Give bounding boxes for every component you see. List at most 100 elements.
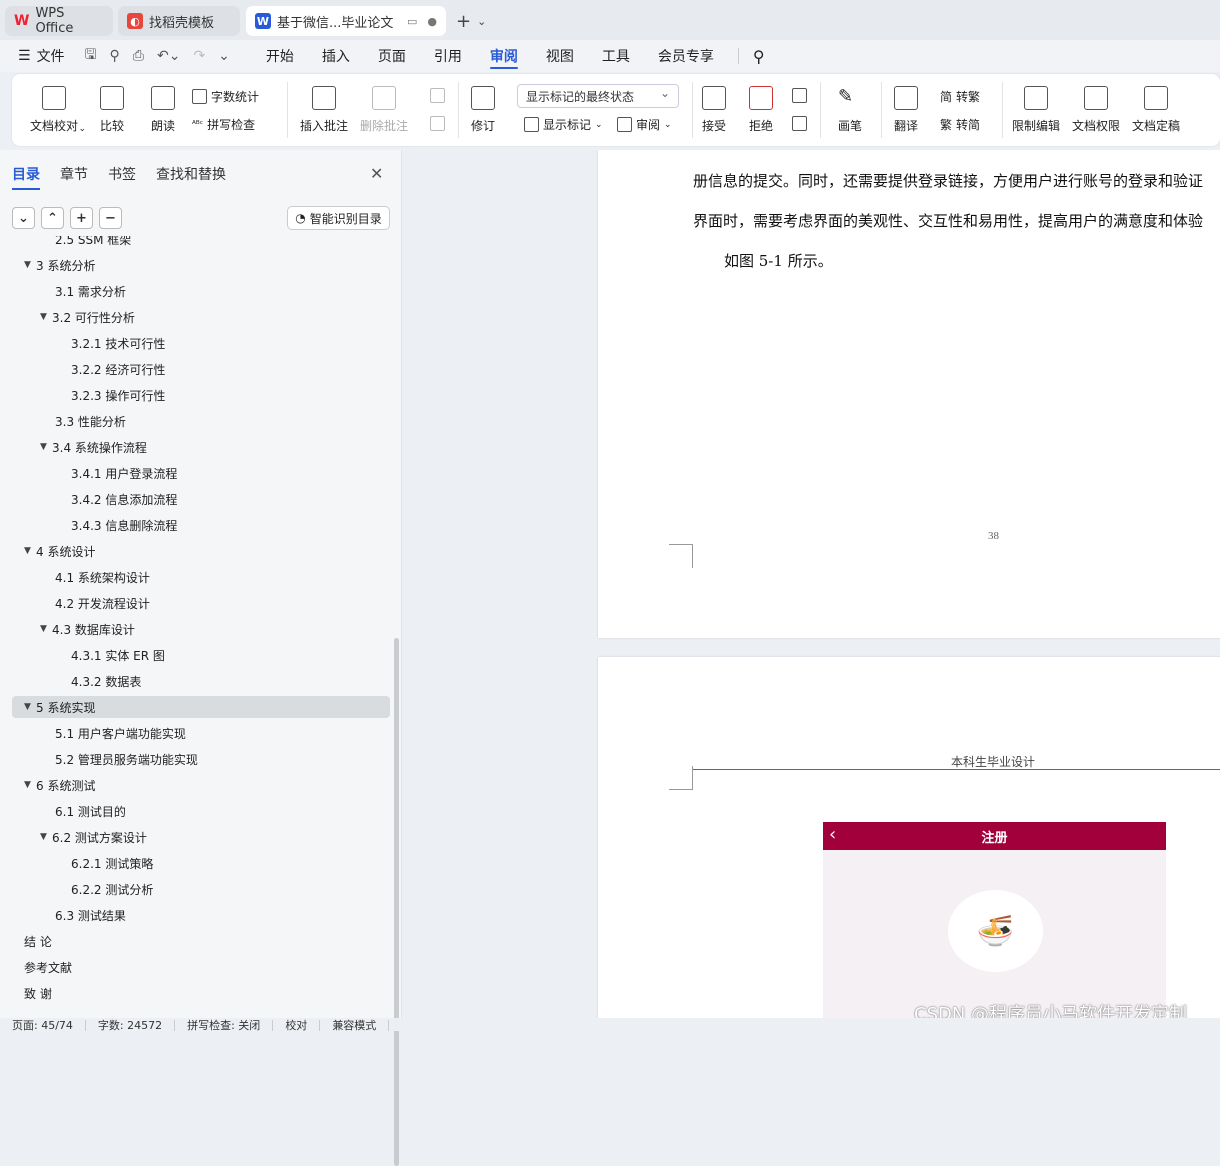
toc-item[interactable]: 3.4.2 信息添加流程 (12, 488, 390, 510)
smart-toc-button[interactable]: ◔ 智能识别目录 (287, 206, 390, 230)
doc-permission-button[interactable]: 文档权限 (1072, 86, 1120, 134)
toc-item[interactable]: 3.2.1 技术可行性 (12, 332, 390, 354)
more-chevron-icon[interactable]: ⌄ (218, 48, 230, 64)
status-words[interactable]: 字数: 24572 (86, 1020, 176, 1031)
next-change-button[interactable] (792, 116, 807, 131)
menu-review[interactable]: 审阅 (489, 40, 518, 72)
tab-wps-office[interactable]: W WPS Office (5, 6, 113, 36)
menu-reference[interactable]: 引用 (434, 40, 462, 72)
tab-document[interactable]: W 基于微信...毕业论文 ▭ ● (246, 6, 446, 36)
toc-item[interactable]: 3.2.3 操作可行性 (12, 384, 390, 406)
toc-item[interactable]: 5.1 用户客户端功能实现 (12, 722, 390, 744)
toc-item[interactable]: 3.4.1 用户登录流程 (12, 462, 390, 484)
prev-comment-button[interactable] (430, 88, 445, 103)
accept-button[interactable]: 接受 (702, 86, 726, 134)
expand-arrow-icon[interactable]: ▼ (40, 312, 52, 322)
toc-item[interactable]: 4.3.2 数据表 (12, 670, 390, 692)
tab-find-replace[interactable]: 查找和替换 (156, 164, 226, 184)
status-proof[interactable]: 校对 (273, 1020, 321, 1031)
status-page[interactable]: 页面: 45/74 (0, 1020, 86, 1031)
menu-page[interactable]: 页面 (378, 40, 406, 72)
prev-change-button[interactable] (792, 88, 807, 103)
expand-arrow-icon[interactable]: ▼ (40, 624, 52, 634)
toc-item[interactable]: 5.2 管理员服务端功能实现 (12, 748, 390, 770)
expand-arrow-icon[interactable]: ▼ (40, 832, 52, 842)
remove-heading-icon[interactable]: − (99, 207, 122, 229)
toc-item[interactable]: ▼ 5 系统实现 (12, 696, 390, 718)
print-preview-icon[interactable]: ⎙ (133, 48, 144, 64)
toc-item[interactable]: 致 谢 (12, 982, 390, 1004)
expand-arrow-icon[interactable]: ▼ (24, 702, 36, 712)
menu-member[interactable]: 会员专享 (658, 40, 714, 72)
undo-icon[interactable]: ↶⌄ (157, 48, 180, 64)
menu-tools[interactable]: 工具 (602, 40, 630, 72)
show-markup-button[interactable]: 显示标记 ⌄ (524, 116, 603, 133)
toc-item[interactable]: 3.2.2 经济可行性 (12, 358, 390, 380)
window-icon[interactable]: ▭ (407, 15, 417, 28)
redo-icon[interactable]: ↷ (193, 48, 205, 64)
insert-comment-button[interactable]: 插入批注 (300, 86, 348, 134)
word-count-button[interactable]: 字数统计 (192, 88, 259, 105)
expand-arrow-icon[interactable]: ▼ (24, 260, 36, 270)
toc-item[interactable]: 6.2.1 测试策略 (12, 852, 390, 874)
menu-start[interactable]: 开始 (266, 40, 294, 72)
toc-item[interactable]: ▼ 4.3 数据库设计 (12, 618, 390, 640)
translate-button[interactable]: 翻译 (894, 86, 918, 134)
search-icon[interactable]: ⚲ (753, 40, 765, 72)
toc-item[interactable]: ▼ 6 系统测试 (12, 774, 390, 796)
to-simplified-button[interactable]: 繁 转简 (940, 116, 980, 133)
toc-item[interactable]: 4.3.1 实体 ER 图 (12, 644, 390, 666)
menu-file[interactable]: ☰ 文件 (18, 40, 65, 72)
share-icon[interactable]: ⚲ (110, 48, 120, 64)
toc-item[interactable]: 6.1 测试目的 (12, 800, 390, 822)
toc-item[interactable]: 参考文献 (12, 956, 390, 978)
delete-comment-button[interactable]: 删除批注 (360, 86, 408, 134)
read-aloud-button[interactable]: 朗读 (151, 86, 175, 134)
tab-bookmarks[interactable]: 书签 (108, 164, 136, 184)
collapse-up-icon[interactable]: ⌃ (41, 207, 64, 229)
expand-arrow-icon[interactable]: ▼ (24, 546, 36, 556)
toc-item[interactable]: 2.5 SSM 框架 (12, 236, 390, 250)
menu-view[interactable]: 视图 (546, 40, 574, 72)
toc-item[interactable]: 4.2 开发流程设计 (12, 592, 390, 614)
toc-item[interactable]: 6.3 测试结果 (12, 904, 390, 926)
save-icon[interactable]: 🖫 (85, 44, 97, 68)
expand-down-icon[interactable]: ⌄ (12, 207, 35, 229)
tab-docer-templates[interactable]: ◐ 找稻壳模板 (118, 6, 240, 36)
chevron-down-icon[interactable]: ⌄ (477, 15, 486, 28)
toc-item[interactable]: 6.2.2 测试分析 (12, 878, 390, 900)
expand-arrow-icon[interactable]: ▼ (24, 780, 36, 790)
pen-button[interactable]: ✎ 画笔 (838, 86, 862, 134)
toc-item[interactable]: ▼ 3.2 可行性分析 (12, 306, 390, 328)
spell-check-button[interactable]: ᴬᴮᶜ 拼写检查 (192, 116, 255, 133)
toc-item[interactable]: ▼ 6.2 测试方案设计 (12, 826, 390, 848)
doc-paragraph-line: 册信息的提交。同时，还需要提供登录链接，方便用户进行账号的登录和验证 (693, 172, 1204, 190)
review-pane-button[interactable]: 审阅 ⌄ (617, 116, 672, 133)
toc-item[interactable]: 3.1 需求分析 (12, 280, 390, 302)
next-comment-button[interactable] (430, 116, 445, 131)
finalize-button[interactable]: 文档定稿 (1132, 86, 1180, 134)
close-icon[interactable]: ✕ (370, 164, 383, 183)
toc-item[interactable]: 3.3 性能分析 (12, 410, 390, 432)
toc-item[interactable]: ▼ 3.4 系统操作流程 (12, 436, 390, 458)
revise-button[interactable]: 修订 (471, 86, 495, 134)
toc-item[interactable]: ▼ 3 系统分析 (12, 254, 390, 276)
doc-check-button[interactable]: 文档校对 ⌄ (30, 86, 86, 134)
restrict-edit-button[interactable]: 限制编辑 (1012, 86, 1060, 134)
markup-state-dropdown[interactable]: 显示标记的最终状态 (517, 84, 679, 108)
tab-toc[interactable]: 目录 (12, 164, 40, 190)
compare-button[interactable]: 比较 (100, 86, 124, 134)
toc-item[interactable]: 结 论 (12, 930, 390, 952)
toc-item[interactable]: 4.1 系统架构设计 (12, 566, 390, 588)
new-tab-icon[interactable]: + (456, 11, 471, 32)
toc-scrollbar[interactable] (394, 638, 399, 1166)
toc-item[interactable]: ▼ 4 系统设计 (12, 540, 390, 562)
expand-arrow-icon[interactable]: ▼ (40, 442, 52, 452)
menu-insert[interactable]: 插入 (322, 40, 350, 72)
toc-item[interactable]: 3.4.3 信息删除流程 (12, 514, 390, 536)
status-spell[interactable]: 拼写检查: 关闭 (175, 1020, 274, 1031)
add-heading-icon[interactable]: + (70, 207, 93, 229)
to-traditional-button[interactable]: 简 转繁 (940, 88, 980, 105)
reject-button[interactable]: 拒绝 (749, 86, 773, 134)
tab-sections[interactable]: 章节 (60, 164, 88, 184)
